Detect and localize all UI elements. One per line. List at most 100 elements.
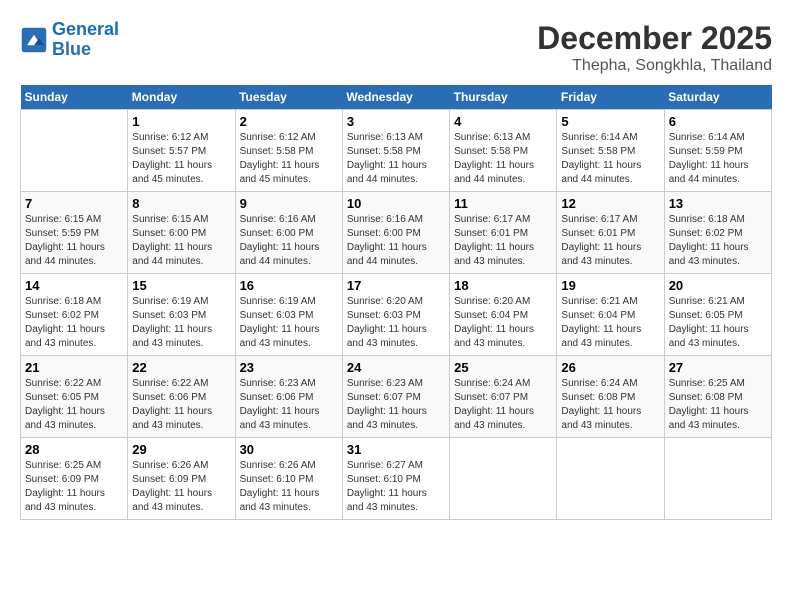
calendar-cell: 21 Sunrise: 6:22 AMSunset: 6:05 PMDayligh… [21,356,128,438]
day-header-saturday: Saturday [664,85,771,110]
day-info: Sunrise: 6:18 AMSunset: 6:02 PMDaylight:… [25,295,123,351]
day-number: 25 [454,360,552,375]
day-number: 2 [240,114,338,129]
calendar-cell [557,438,664,520]
day-info: Sunrise: 6:14 AMSunset: 5:59 PMDaylight:… [669,131,767,187]
day-number: 11 [454,196,552,211]
day-info: Sunrise: 6:15 AMSunset: 6:00 PMDaylight:… [132,213,230,269]
calendar-cell: 18Sunrise: 6:20 AMSunset: 6:04 PMDayligh… [450,274,557,356]
logo-icon [20,26,48,54]
calendar-cell: 23Sunrise: 6:23 AMSunset: 6:06 PMDayligh… [235,356,342,438]
calendar-cell: 2 Sunrise: 6:12 AMSunset: 5:58 PMDaylight… [235,110,342,192]
day-number: 5 [561,114,659,129]
calendar-cell: 25 Sunrise: 6:24 AMSunset: 6:07 PMDayligh… [450,356,557,438]
calendar-cell: 4 Sunrise: 6:13 AMSunset: 5:58 PMDaylight… [450,110,557,192]
calendar-cell: 6 Sunrise: 6:14 AMSunset: 5:59 PMDaylight… [664,110,771,192]
calendar-cell: 17 Sunrise: 6:20 AMSunset: 6:03 PMDayligh… [342,274,449,356]
day-number: 6 [669,114,767,129]
calendar-cell: 5Sunrise: 6:14 AMSunset: 5:58 PMDaylight… [557,110,664,192]
day-number: 12 [561,196,659,211]
calendar-cell: 7 Sunrise: 6:15 AMSunset: 5:59 PMDaylight… [21,192,128,274]
calendar-cell: 27 Sunrise: 6:25 AMSunset: 6:08 PMDayligh… [664,356,771,438]
day-info: Sunrise: 6:26 AMSunset: 6:09 PMDaylight:… [132,459,230,515]
day-header-wednesday: Wednesday [342,85,449,110]
day-header-monday: Monday [128,85,235,110]
day-number: 20 [669,278,767,293]
day-info: Sunrise: 6:25 AMSunset: 6:08 PMDaylight:… [669,377,767,433]
calendar-cell: 11 Sunrise: 6:17 AMSunset: 6:01 PMDayligh… [450,192,557,274]
calendar-cell: 1Sunrise: 6:12 AMSunset: 5:57 PMDaylight… [128,110,235,192]
calendar-cell: 24 Sunrise: 6:23 AMSunset: 6:07 PMDayligh… [342,356,449,438]
calendar-cell: 31 Sunrise: 6:27 AMSunset: 6:10 PMDayligh… [342,438,449,520]
day-info: Sunrise: 6:13 AMSunset: 5:58 PMDaylight:… [347,131,445,187]
day-info: Sunrise: 6:13 AMSunset: 5:58 PMDaylight:… [454,131,552,187]
location-subtitle: Thepha, Songkhla, Thailand [537,57,772,75]
day-number: 15 [132,278,230,293]
calendar-cell: 8 Sunrise: 6:15 AMSunset: 6:00 PMDaylight… [128,192,235,274]
day-number: 31 [347,442,445,457]
day-number: 9 [240,196,338,211]
calendar-cell: 26 Sunrise: 6:24 AMSunset: 6:08 PMDayligh… [557,356,664,438]
day-info: Sunrise: 6:25 AMSunset: 6:09 PMDaylight:… [25,459,123,515]
day-number: 8 [132,196,230,211]
calendar-cell: 9Sunrise: 6:16 AMSunset: 6:00 PMDaylight… [235,192,342,274]
calendar-cell: 30Sunrise: 6:26 AMSunset: 6:10 PMDayligh… [235,438,342,520]
day-info: Sunrise: 6:17 AMSunset: 6:01 PMDaylight:… [561,213,659,269]
calendar-cell [450,438,557,520]
calendar-table: SundayMondayTuesdayWednesdayThursdayFrid… [20,85,772,520]
day-info: Sunrise: 6:21 AMSunset: 6:05 PMDaylight:… [669,295,767,351]
day-info: Sunrise: 6:12 AMSunset: 5:57 PMDaylight:… [132,131,230,187]
day-number: 14 [25,278,123,293]
calendar-cell: 28Sunrise: 6:25 AMSunset: 6:09 PMDayligh… [21,438,128,520]
day-header-thursday: Thursday [450,85,557,110]
day-info: Sunrise: 6:19 AMSunset: 6:03 PMDaylight:… [240,295,338,351]
day-info: Sunrise: 6:20 AMSunset: 6:03 PMDaylight:… [347,295,445,351]
calendar-cell: 22Sunrise: 6:22 AMSunset: 6:06 PMDayligh… [128,356,235,438]
day-info: Sunrise: 6:27 AMSunset: 6:10 PMDaylight:… [347,459,445,515]
day-info: Sunrise: 6:12 AMSunset: 5:58 PMDaylight:… [240,131,338,187]
day-number: 21 [25,360,123,375]
day-number: 18 [454,278,552,293]
calendar-cell: 13Sunrise: 6:18 AMSunset: 6:02 PMDayligh… [664,192,771,274]
day-number: 7 [25,196,123,211]
calendar-header-row: SundayMondayTuesdayWednesdayThursdayFrid… [21,85,772,110]
day-number: 27 [669,360,767,375]
day-header-sunday: Sunday [21,85,128,110]
day-number: 24 [347,360,445,375]
day-info: Sunrise: 6:19 AMSunset: 6:03 PMDaylight:… [132,295,230,351]
logo: General Blue [20,20,119,60]
calendar-week-row: 28Sunrise: 6:25 AMSunset: 6:09 PMDayligh… [21,438,772,520]
day-info: Sunrise: 6:21 AMSunset: 6:04 PMDaylight:… [561,295,659,351]
calendar-cell: 10Sunrise: 6:16 AMSunset: 6:00 PMDayligh… [342,192,449,274]
day-info: Sunrise: 6:17 AMSunset: 6:01 PMDaylight:… [454,213,552,269]
calendar-cell: 19 Sunrise: 6:21 AMSunset: 6:04 PMDayligh… [557,274,664,356]
day-info: Sunrise: 6:23 AMSunset: 6:07 PMDaylight:… [347,377,445,433]
day-number: 26 [561,360,659,375]
day-header-tuesday: Tuesday [235,85,342,110]
day-info: Sunrise: 6:24 AMSunset: 6:08 PMDaylight:… [561,377,659,433]
month-title: December 2025 [537,20,772,57]
calendar-cell: 29Sunrise: 6:26 AMSunset: 6:09 PMDayligh… [128,438,235,520]
day-number: 17 [347,278,445,293]
day-number: 4 [454,114,552,129]
calendar-week-row: 14 Sunrise: 6:18 AMSunset: 6:02 PMDayligh… [21,274,772,356]
day-info: Sunrise: 6:22 AMSunset: 6:05 PMDaylight:… [25,377,123,433]
day-info: Sunrise: 6:23 AMSunset: 6:06 PMDaylight:… [240,377,338,433]
calendar-cell [21,110,128,192]
calendar-cell [664,438,771,520]
title-block: December 2025 Thepha, Songkhla, Thailand [537,20,772,75]
day-number: 16 [240,278,338,293]
logo-line1: General [52,19,119,39]
calendar-week-row: 1Sunrise: 6:12 AMSunset: 5:57 PMDaylight… [21,110,772,192]
day-info: Sunrise: 6:24 AMSunset: 6:07 PMDaylight:… [454,377,552,433]
day-number: 10 [347,196,445,211]
logo-line2: Blue [52,39,91,59]
calendar-cell: 20 Sunrise: 6:21 AMSunset: 6:05 PMDayligh… [664,274,771,356]
day-info: Sunrise: 6:15 AMSunset: 5:59 PMDaylight:… [25,213,123,269]
day-number: 30 [240,442,338,457]
day-number: 19 [561,278,659,293]
day-header-friday: Friday [557,85,664,110]
calendar-cell: 3 Sunrise: 6:13 AMSunset: 5:58 PMDaylight… [342,110,449,192]
day-number: 3 [347,114,445,129]
calendar-cell: 12 Sunrise: 6:17 AMSunset: 6:01 PMDayligh… [557,192,664,274]
